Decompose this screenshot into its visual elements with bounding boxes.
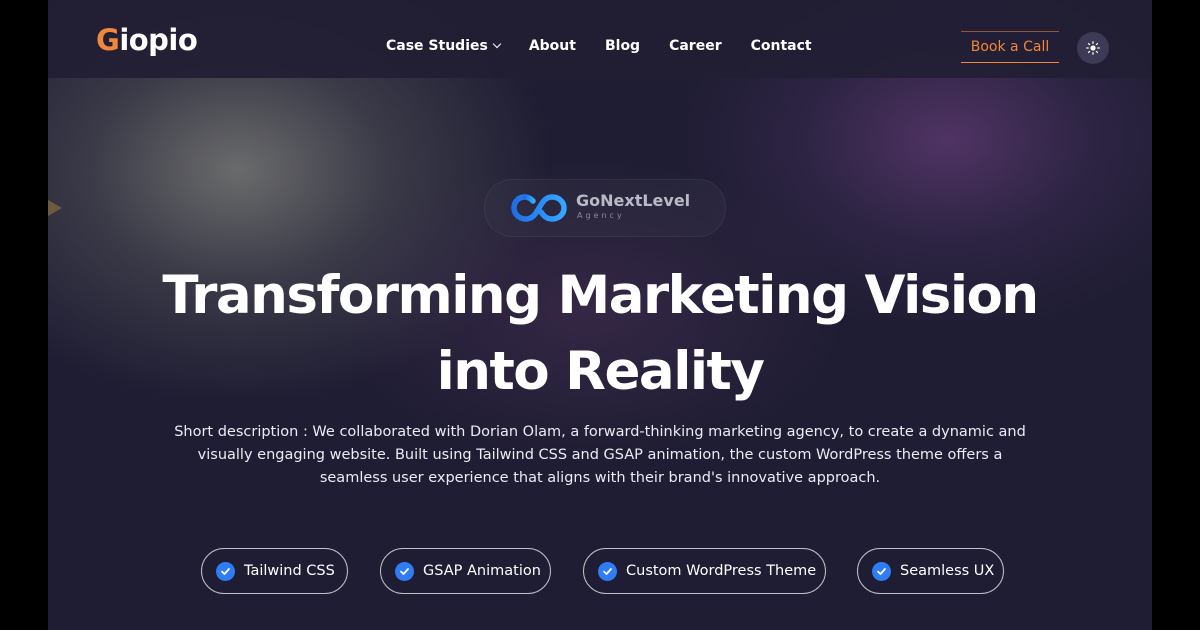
giopio-logo[interactable]: Giopio bbox=[96, 23, 198, 57]
nav-item-case-studies[interactable]: Case Studies bbox=[386, 38, 502, 54]
description-line: Short description : We collaborated with… bbox=[174, 424, 1026, 440]
client-subtitle: Agency bbox=[577, 211, 625, 220]
theme-toggle-button[interactable] bbox=[1077, 32, 1109, 64]
book-a-call-button[interactable]: Book a Call bbox=[961, 31, 1059, 63]
description-line: seamless user experience that aligns wit… bbox=[319, 470, 881, 486]
nav-item-label: Contact bbox=[750, 38, 812, 54]
tag-label: Seamless UX bbox=[900, 563, 995, 579]
check-circle-icon bbox=[872, 561, 891, 581]
check-circle-icon bbox=[216, 561, 235, 581]
client-name: GoNextLevel bbox=[576, 191, 691, 210]
page-frame: Giopio Case Studies About Blog Career Co… bbox=[48, 0, 1152, 630]
tag-tailwind-css: Tailwind CSS bbox=[201, 548, 348, 594]
infinity-logo-icon bbox=[511, 194, 567, 222]
description-line: visually engaging website. Built using T… bbox=[197, 447, 1003, 463]
chevron-down-icon bbox=[492, 39, 502, 49]
main-nav: Case Studies About Blog Career Contact bbox=[386, 38, 841, 54]
check-circle-icon bbox=[598, 561, 617, 581]
hero-title-line: into Reality bbox=[436, 341, 765, 402]
sun-icon bbox=[1086, 41, 1100, 55]
nav-item-label: Case Studies bbox=[386, 38, 488, 54]
site-header: Giopio Case Studies About Blog Career Co… bbox=[48, 0, 1152, 78]
nav-item-label: About bbox=[528, 38, 576, 54]
tech-tags: Tailwind CSS GSAP Animation Custom WordP… bbox=[48, 548, 1152, 596]
tag-label: Custom WordPress Theme bbox=[626, 563, 817, 579]
nav-item-about[interactable]: About bbox=[529, 38, 576, 54]
logo-text: iopio bbox=[119, 23, 198, 57]
tag-custom-wordpress-theme: Custom WordPress Theme bbox=[583, 548, 826, 594]
nav-item-contact[interactable]: Contact bbox=[751, 38, 812, 54]
tag-seamless-ux: Seamless UX bbox=[857, 548, 1004, 594]
nav-item-label: Blog bbox=[604, 38, 641, 54]
client-logo-badge: GoNextLevel Agency bbox=[484, 179, 726, 237]
hero-title: Transforming Marketing Vision into Reali… bbox=[48, 258, 1152, 410]
nav-item-blog[interactable]: Blog bbox=[605, 38, 640, 54]
nav-item-career[interactable]: Career bbox=[669, 38, 722, 54]
carousel-arrow-icon[interactable] bbox=[48, 200, 62, 216]
hero-title-line: Transforming Marketing Vision bbox=[162, 265, 1039, 326]
hero-description: Short description : We collaborated with… bbox=[160, 421, 1040, 490]
tag-label: Tailwind CSS bbox=[244, 563, 335, 579]
tag-gsap-animation: GSAP Animation bbox=[380, 548, 551, 594]
check-circle-icon bbox=[395, 561, 414, 581]
logo-letter-g: G bbox=[96, 23, 120, 57]
tag-label: GSAP Animation bbox=[423, 563, 541, 579]
nav-item-label: Career bbox=[669, 38, 722, 54]
